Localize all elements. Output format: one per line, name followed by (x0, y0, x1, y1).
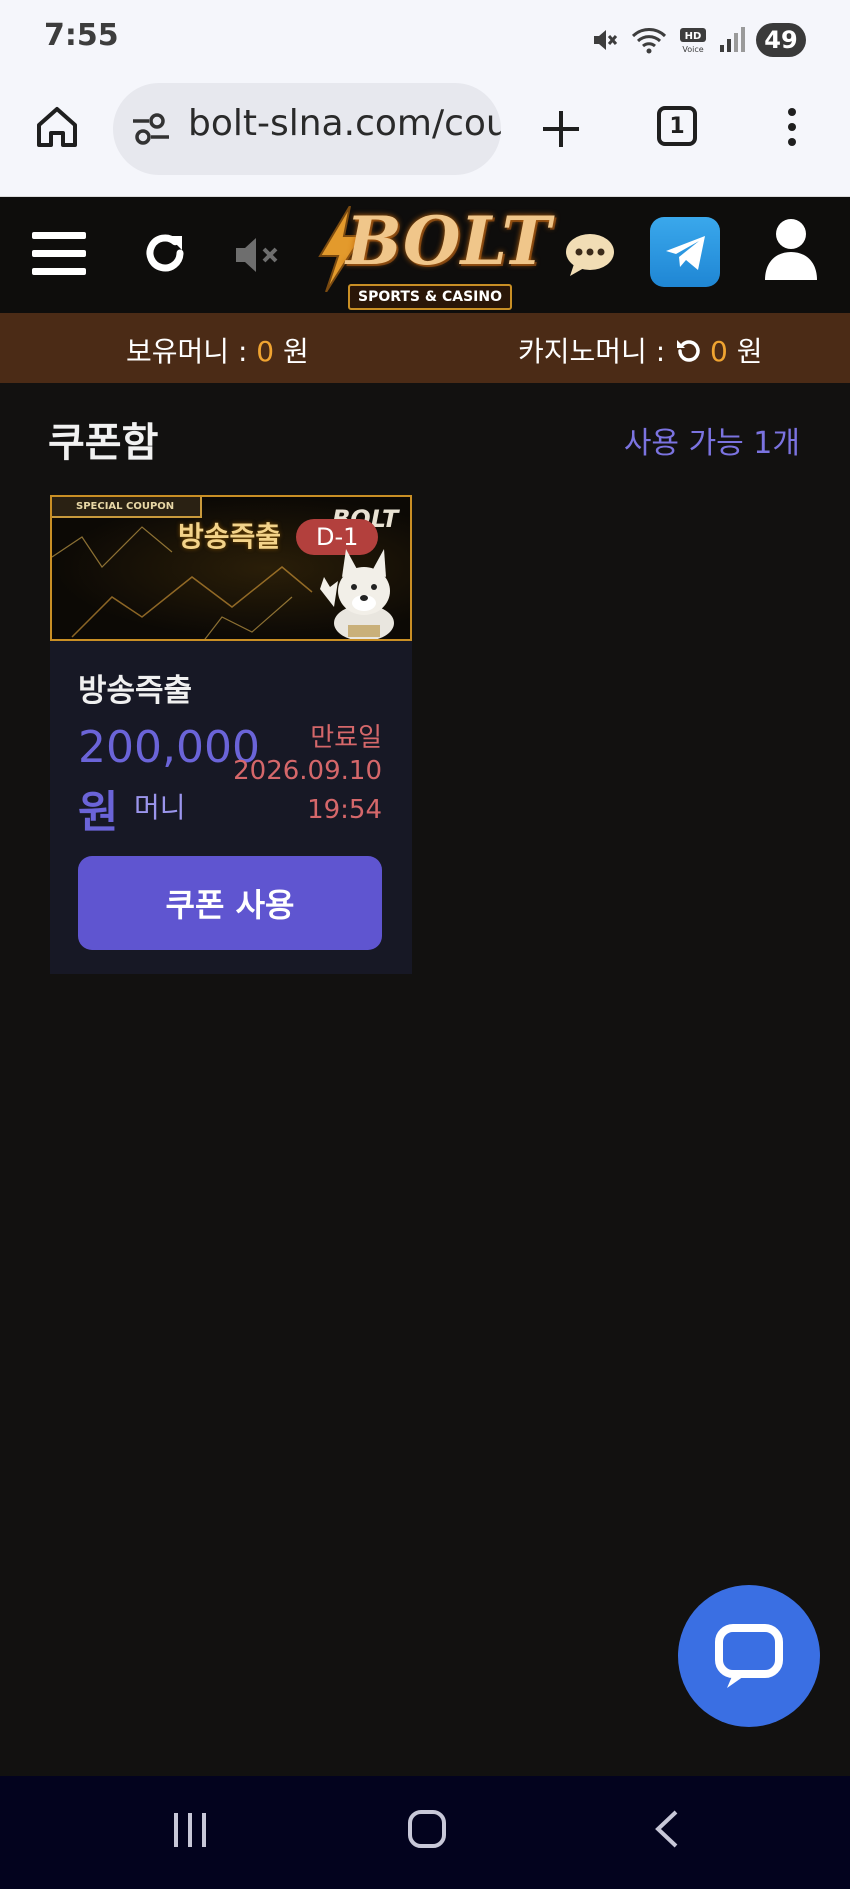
hamburger-icon[interactable] (32, 230, 86, 278)
mascot-dog-icon (320, 549, 394, 639)
user-icon[interactable] (764, 218, 818, 280)
url-bar[interactable]: bolt-slna.com/cou (113, 83, 501, 175)
coupon-amount-unit: 원 (78, 787, 119, 838)
status-time: 7:55 (44, 18, 119, 53)
telegram-button[interactable] (650, 217, 720, 287)
hd-voice-icon: HD Voice (680, 28, 706, 54)
holding-money-unit: 원 (274, 335, 309, 368)
expiry-label: 만료일 (310, 723, 382, 753)
new-tab-icon[interactable] (540, 108, 582, 150)
live-chat-button[interactable] (678, 1585, 820, 1727)
holding-money: 보유머니 : 0 원 (126, 330, 309, 370)
battery-indicator: 49 (756, 23, 806, 57)
signal-icon (720, 27, 745, 52)
svg-text:Voice: Voice (682, 45, 703, 54)
banner-title: 방송즉출 (178, 520, 282, 553)
available-count: 사용 가능 1개 (623, 426, 800, 461)
svg-text:HD: HD (685, 31, 702, 42)
chat-icon[interactable] (564, 232, 616, 278)
coupon-name: 방송즉출 (78, 673, 193, 709)
site-settings-icon[interactable] (131, 111, 171, 147)
holding-money-value: 0 (256, 335, 275, 368)
coupon-banner: SPECIAL COUPON 방송즉출 BOLT D-1 (50, 495, 412, 641)
tabs-icon[interactable]: 1 (657, 106, 697, 146)
mute-icon (594, 30, 618, 50)
casino-refresh-icon[interactable] (674, 337, 702, 365)
coupon-money-type: 머니 (134, 791, 186, 824)
telegram-icon (666, 236, 705, 270)
site-logo[interactable]: BOLT SPORTS & CASINO (312, 202, 551, 310)
expiry-time: 19:54 (307, 795, 382, 825)
casino-money-label: 카지노머니 : (518, 335, 675, 368)
use-coupon-button[interactable]: 쿠폰 사용 (78, 856, 382, 950)
wifi-icon (631, 28, 667, 54)
status-icons: HD Voice 49 (590, 20, 806, 60)
casino-money-unit: 원 (727, 335, 763, 368)
more-menu-icon[interactable] (782, 106, 802, 148)
sound-mute-icon[interactable] (234, 236, 286, 274)
home-nav-icon[interactable] (406, 1808, 448, 1850)
holding-money-label: 보유머니 : (126, 335, 257, 368)
expiry-date: 2026.09.10 (233, 756, 382, 786)
casino-money-value: 0 (710, 335, 728, 368)
back-icon[interactable] (652, 1808, 680, 1850)
home-icon[interactable] (34, 104, 80, 150)
chat-bubble-icon (715, 1624, 783, 1688)
casino-money: 카지노머니 : 0 원 (518, 330, 763, 370)
url-text[interactable]: bolt-slna.com/cou (188, 103, 501, 144)
logo-subtitle: SPORTS & CASINO (348, 284, 512, 310)
refresh-icon[interactable] (140, 228, 190, 278)
logo-text: BOLT (346, 202, 551, 280)
recent-apps-icon[interactable] (170, 1810, 210, 1850)
page-title: 쿠폰함 (48, 420, 159, 466)
